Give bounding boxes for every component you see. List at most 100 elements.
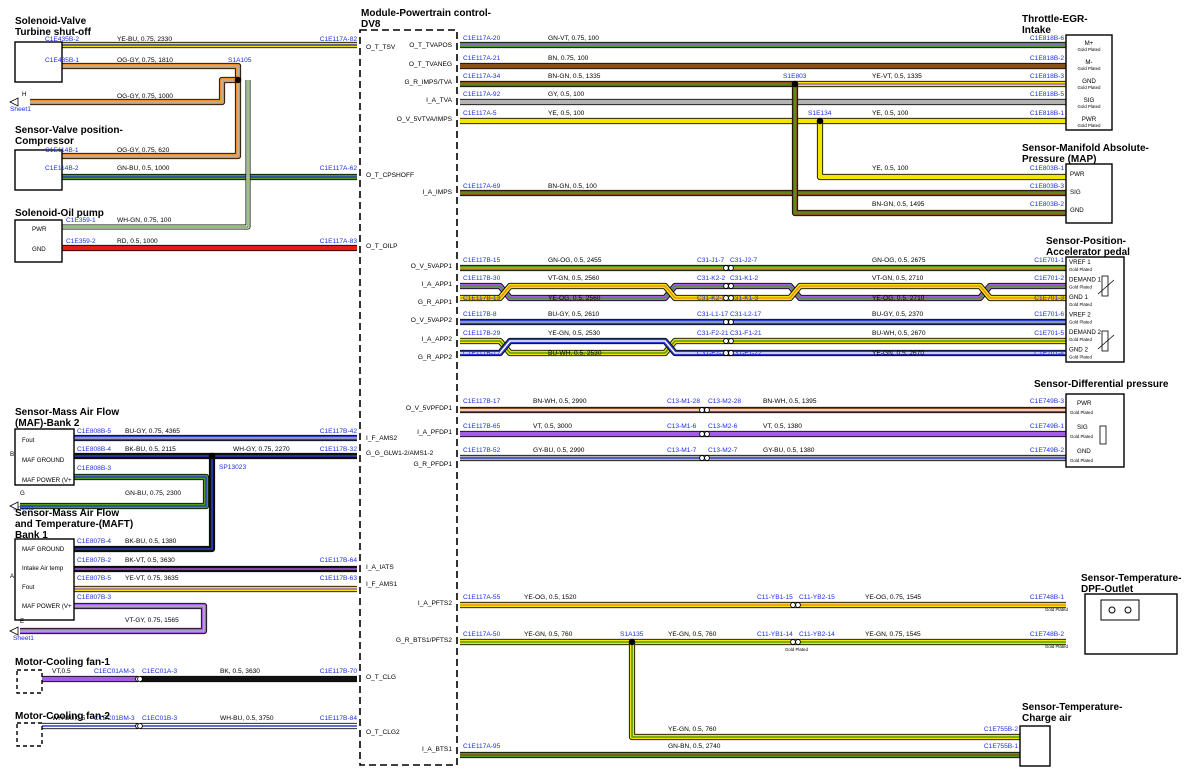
wire-spec-label: GN-VT, 0.75, 100 [548,35,599,42]
module-signal-label: O_T_TVAPOS [409,42,452,49]
connector-pin-label: C31-L2-17 [730,311,761,318]
maf2-pin: MAF GROUND [22,457,65,464]
connector-pin-label: C13-M1-6 [667,423,697,430]
maf2-pin: Fout [22,437,35,444]
gold-plated-label: Gold Plated [1069,285,1093,290]
maft-title: Sensor-Mass Air Flow and Temperature-(MAF… [15,508,133,541]
gold-plated-label: Gold Plated [1070,410,1094,415]
splice-s1a105 [234,76,242,84]
connector-pin-label: C1E117B-29 [463,330,501,337]
connector-pin-label: C1E359-2 [66,238,96,245]
connector-pin-label: C1E803B-2 [1030,201,1064,208]
sheet-ref: G [20,490,25,497]
connector-pin-label: C1E803B-3 [1030,183,1064,190]
inline-connector-icon [704,431,710,437]
maft-side: A [10,573,15,580]
map-pin: PWR [1070,171,1085,178]
connector-pin-label: C1E749B-3 [1030,398,1064,405]
connector-pin-label: C31-F1-21 [730,330,762,337]
inline-connector-icon [137,676,143,682]
connector-pin-label: C1E701-2 [1034,275,1064,282]
connector-pin-label: C1E117B-15 [463,257,501,264]
inline-connector-icon [728,350,734,356]
connector-pin-label: C1E807B-3 [77,594,111,601]
connector-pin-label: C1E117B-42 [320,428,358,435]
inline-connector-icon [790,602,796,608]
connector-pin-label: C1E701-5 [1034,330,1064,337]
sheet-arrow-icon [9,97,19,107]
wire-spec-label: BN-GN, 0.5, 100 [548,183,597,190]
wire-spec-label: YE-GN, 0.5, 2670 [872,350,924,357]
inline-connector-icon [728,265,734,271]
wire-spec-label: RD, 0.5, 1000 [117,238,158,245]
connector-pin-label: C11-YB2-15 [799,594,835,601]
gold-plated-label: Gold Plated [1069,337,1093,342]
splice-s1e134 [816,117,824,125]
connector-pin-label: C1E749B-1 [1030,423,1064,430]
maft-pin: MAF GROUND [22,546,65,553]
connector-pin-label: C1E117A-34 [463,73,501,80]
connector-pin-label: C1E807B-4 [77,538,111,545]
connector-pin-label: C1E117A-62 [320,165,358,172]
connector-pin-label: C1E808B-4 [77,446,111,453]
connector-pin-label: C1E818B-2 [1030,55,1064,62]
pedal-pin: DEMAND 1 [1069,277,1102,284]
wire-spec-label: GY-BU, 0.5, 2990 [533,447,585,454]
connector-pin-label: C1E117A-50 [463,631,501,638]
connector-pin-label: C1E117B-32 [320,446,358,453]
module-signal-label: O_T_CPSHOFF [366,172,414,179]
module-signal-label: G_R_BTS1/PFTS2 [396,637,452,644]
maft-pin: Intake Air temp [22,565,64,572]
inline-connector-icon [728,319,734,325]
connector-pin-label: C13-M2-6 [708,423,738,430]
connector-pin-label: C13-M2-28 [708,398,741,405]
inline-connector-icon [699,455,705,461]
wire-spec-label: YE, 0.5, 100 [548,110,585,117]
wire-spec-label: GN-BN, 0.5, 2740 [668,743,721,750]
dpf-title: Sensor-Temperature-DPF-Outlet [1081,573,1181,595]
wire-spec-label: BU-WH, 0.5, 2670 [872,330,926,337]
wire-spec-label: GN-OG, 0.5, 2675 [872,257,926,264]
inline-connector-icon [704,407,710,413]
connector-pin-label: C31-J2-7 [730,257,757,264]
connector-pin-label: C1E117B-52 [463,447,501,454]
wire-spec-label: GN-BU, 0.5, 1000 [117,165,170,172]
inline-connector-icon [137,723,143,729]
wiring-diagram: Module-Powertrain control-DV8 Solenoid-Va… [9,8,1181,767]
diff-title: Sensor-Differential pressure [1034,379,1169,390]
pedal-pin: GND 2 [1069,347,1088,354]
sensor-element-icon [1099,425,1107,445]
connector-pin-label: C1E117B-30 [463,275,501,282]
wire-spec-label: BU-WH, 0.5, 2530 [548,350,602,357]
diff-box [1065,393,1125,468]
wire-spec-label: VT-GY, 0.75, 1565 [125,617,179,624]
connector-pin-label: C13-M1-7 [667,447,697,454]
connector-pin-label: C31-F1-22 [730,350,762,357]
connector-pin-label: C1E808B-3 [77,465,111,472]
fan1-box [16,669,43,694]
connector-pin-label: C1E117B-8 [463,311,497,318]
connector-pin-label: C1E748B-2 [1030,631,1064,638]
gold-plated-label: Gold Plated [1045,644,1069,649]
splice-label: S1E134 [808,110,832,117]
connector-pin-label: C31-K1-2 [730,275,759,282]
module-signal-label: O_T_CLG [366,674,396,681]
wire-spec-label: WH-GN, 0.75, 100 [117,217,172,224]
connector-pin-label: C11-YB2-14 [799,631,835,638]
sheet-arrow-icon [9,626,19,636]
sheet-ref: H [22,91,26,98]
wire-spec-label: YE-VT, 0.5, 1335 [872,73,922,80]
wire-spec-label: BK-BU, 0.5, 1380 [125,538,177,545]
connector-pin-label: C1E701-3 [1034,295,1064,302]
throttle-pin: GND [1082,78,1096,85]
connector-pin-label: C1E807B-2 [77,557,111,564]
connector-pin-label: C1E755B-1 [984,743,1018,750]
inline-connector-icon [723,338,729,344]
inline-connector-icon [704,455,710,461]
maf2-side: B [10,451,14,458]
wire-spec-label: BK-VT, 0.5, 3630 [125,557,175,564]
module-signal-label: G_G_GLW1-2/AMS1-2 [366,450,434,457]
splice-label: S1A135 [620,631,644,638]
inline-connector-icon [699,407,705,413]
module-signal-label: G_R_PFDP1 [414,461,453,468]
